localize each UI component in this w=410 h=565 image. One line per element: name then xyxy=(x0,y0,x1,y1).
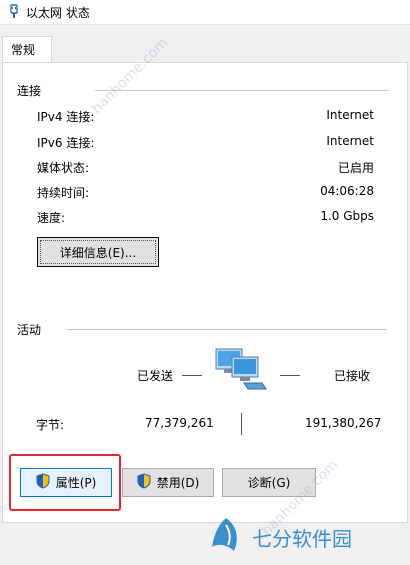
tab-strip: 常规 xyxy=(0,24,410,63)
duration-value: 04:06:28 xyxy=(320,184,374,198)
title-bar: 以太网 状态 xyxy=(0,0,410,25)
shield-icon xyxy=(137,473,151,492)
activity-header: 活动 xyxy=(17,323,42,337)
sent-dash xyxy=(182,375,202,376)
brand-logo-icon xyxy=(206,515,246,560)
details-button[interactable]: 详细信息(E)... xyxy=(37,237,159,267)
network-icon xyxy=(8,4,20,23)
speed-value: 1.0 Gbps xyxy=(320,209,374,223)
duration-label: 持续时间: xyxy=(37,186,90,200)
connection-header: 连接 xyxy=(17,84,42,98)
ipv6-value: Internet xyxy=(326,134,374,148)
focus-ring xyxy=(40,240,156,264)
network-computers-icon xyxy=(214,345,272,396)
bytes-received-value: 191,380,267 xyxy=(305,416,382,430)
ipv4-label: IPv4 连接: xyxy=(37,110,95,124)
speed-label: 速度: xyxy=(37,211,66,225)
brand-name: 七分软件园 xyxy=(252,526,352,551)
ipv6-label: IPv6 连接: xyxy=(37,136,95,150)
bytes-separator xyxy=(241,413,242,435)
brand-watermark: 七分软件园 xyxy=(206,515,394,559)
sent-label: 已发送 xyxy=(137,369,174,383)
received-label: 已接收 xyxy=(334,369,371,383)
disable-button[interactable]: 禁用(D) xyxy=(122,468,214,497)
window-title: 以太网 状态 xyxy=(26,6,90,20)
ipv4-value: Internet xyxy=(326,108,374,122)
received-dash xyxy=(280,375,300,376)
activity-divider xyxy=(67,329,387,330)
connection-divider xyxy=(95,90,389,91)
bytes-sent-value: 77,379,261 xyxy=(145,416,214,430)
highlight-box xyxy=(9,454,121,511)
media-state-value: 已启用 xyxy=(337,161,374,175)
disable-button-label: 禁用(D) xyxy=(156,476,200,490)
media-state-label: 媒体状态: xyxy=(37,161,90,175)
tab-general[interactable]: 常规 xyxy=(2,36,52,63)
bytes-label: 字节: xyxy=(36,418,65,432)
diagnose-button-label: 诊断(G) xyxy=(247,476,291,490)
